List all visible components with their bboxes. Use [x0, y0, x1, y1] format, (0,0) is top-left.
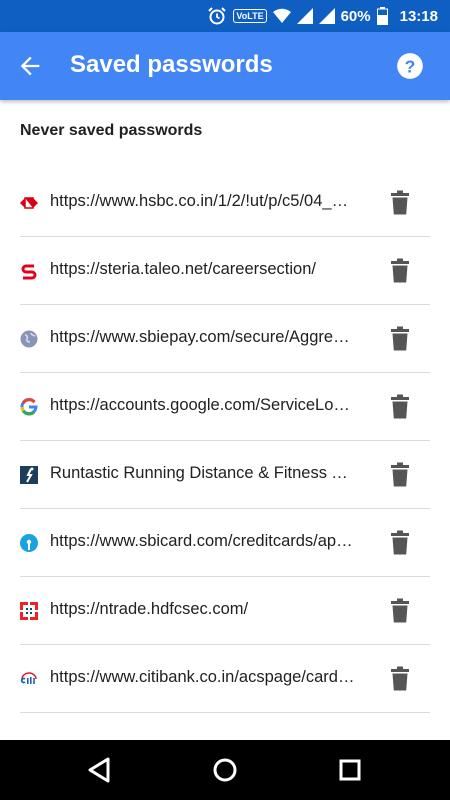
- svg-text:?: ?: [405, 56, 416, 76]
- delete-icon[interactable]: [388, 598, 412, 624]
- alarm-icon: [208, 7, 227, 25]
- runtastic-icon: [20, 466, 38, 484]
- wifi-icon: [272, 8, 291, 23]
- delete-icon[interactable]: [388, 666, 412, 692]
- delete-icon[interactable]: [388, 190, 412, 216]
- list-item[interactable]: https://www.sbicard.com/creditcards/app/…: [0, 509, 450, 577]
- delete-icon[interactable]: [388, 462, 412, 488]
- exceptions-list: https://www.hsbc.co.in/1/2/!ut/p/c5/04_S…: [0, 169, 450, 713]
- hdfc-icon: [20, 602, 38, 620]
- google-icon: [20, 398, 38, 416]
- volte-badge: VoLTE: [233, 9, 267, 23]
- clock: 13:18: [399, 7, 438, 25]
- nav-recents-icon[interactable]: [335, 756, 365, 784]
- site-url: https://www.citibank.co.in/acspage/carda…: [50, 668, 355, 686]
- delete-icon[interactable]: [388, 326, 412, 352]
- list-item[interactable]: https://www.sbiepay.com/secure/Aggregato…: [0, 305, 450, 373]
- site-url: https://www.hsbc.co.in/1/2/!ut/p/c5/04_S…: [50, 192, 355, 210]
- citi-icon: [20, 672, 37, 684]
- help-icon[interactable]: ?: [396, 52, 424, 80]
- globe-icon: [20, 330, 38, 348]
- nav-home-icon[interactable]: [210, 756, 240, 784]
- site-url: Runtastic Running Distance & Fitness Tra…: [50, 464, 355, 482]
- nav-back-icon[interactable]: [84, 756, 114, 784]
- list-item[interactable]: Runtastic Running Distance & Fitness Tra…: [0, 441, 450, 509]
- section-title: Never saved passwords: [20, 122, 203, 139]
- sbi-icon: [20, 534, 38, 552]
- hsbc-icon: [20, 197, 38, 209]
- delete-icon[interactable]: [388, 530, 412, 556]
- site-url: https://accounts.google.com/ServiceLogin: [50, 396, 355, 414]
- signal-icon: [296, 8, 313, 24]
- site-url: https://www.sbiepay.com/secure/Aggregato…: [50, 328, 355, 346]
- delete-icon[interactable]: [388, 258, 412, 284]
- page-title: Saved passwords: [70, 51, 273, 78]
- list-item[interactable]: https://www.hsbc.co.in/1/2/!ut/p/c5/04_S…: [0, 169, 450, 237]
- list-item[interactable]: https://ntrade.hdfcsec.com/: [0, 577, 450, 645]
- site-url: https://www.sbicard.com/creditcards/app/…: [50, 532, 355, 550]
- app-bar: Saved passwords ?: [0, 32, 450, 100]
- divider: [20, 712, 430, 713]
- navigation-bar: [0, 740, 450, 800]
- list-item[interactable]: https://www.citibank.co.in/acspage/carda…: [0, 645, 450, 713]
- list-item[interactable]: https://steria.taleo.net/careersection/: [0, 237, 450, 305]
- site-url: https://ntrade.hdfcsec.com/: [50, 600, 249, 618]
- arrow-back-icon[interactable]: [14, 52, 46, 80]
- delete-icon[interactable]: [388, 394, 412, 420]
- status-icons: VoLTE 60% 13:18: [207, 5, 438, 27]
- site-url: https://steria.taleo.net/careersection/: [50, 260, 316, 278]
- steria-icon: [21, 264, 37, 280]
- list-item[interactable]: https://accounts.google.com/ServiceLogin: [0, 373, 450, 441]
- battery-percent: 60%: [340, 7, 371, 25]
- signal-2-icon: [318, 8, 335, 24]
- battery-icon: [376, 7, 388, 25]
- status-bar: VoLTE 60% 13:18: [0, 0, 450, 32]
